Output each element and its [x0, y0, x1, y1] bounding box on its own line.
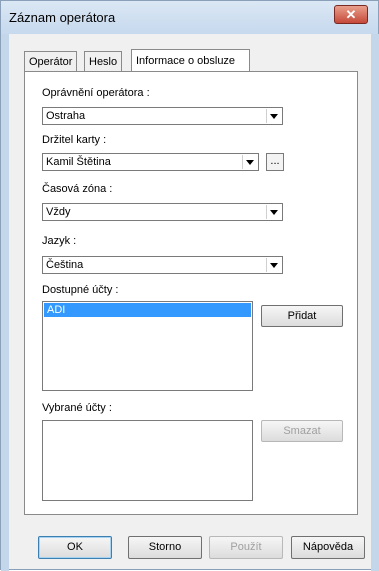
language-select[interactable]: Čeština: [42, 256, 283, 274]
window-title: Záznam operátora: [9, 10, 116, 25]
permission-select[interactable]: Ostraha: [42, 107, 283, 125]
cardholder-label: Držitel karty :: [42, 134, 107, 146]
list-item[interactable]: ADI: [44, 303, 251, 317]
cancel-button[interactable]: Storno: [128, 536, 202, 559]
tab-operator-info[interactable]: Informace o obsluze: [131, 49, 250, 71]
available-accounts-list[interactable]: ADI: [42, 301, 253, 391]
tab-panel: Oprávnění operátora : Ostraha Držitel ka…: [24, 71, 358, 515]
close-button[interactable]: ✕: [334, 5, 368, 24]
timezone-label: Časová zóna :: [42, 183, 113, 195]
tab-label: Heslo: [89, 56, 118, 68]
cardholder-value: Kamil Štětina: [46, 156, 111, 168]
permission-value: Ostraha: [46, 110, 86, 122]
chevron-down-icon[interactable]: [242, 155, 257, 169]
cardholder-browse-button[interactable]: ...: [266, 153, 284, 171]
close-icon: ✕: [345, 7, 357, 22]
tab-label: Operátor: [29, 56, 73, 68]
language-label: Jazyk :: [42, 235, 77, 247]
add-button[interactable]: Přidat: [261, 305, 343, 327]
chevron-down-icon[interactable]: [266, 109, 281, 123]
chevron-down-icon[interactable]: [266, 205, 281, 219]
delete-button: Smazat: [261, 420, 343, 442]
timezone-select[interactable]: Vždy: [42, 203, 283, 221]
chevron-down-icon[interactable]: [266, 258, 281, 272]
title-bar: Záznam operátora ✕: [1, 1, 378, 34]
ok-button[interactable]: OK: [38, 536, 112, 559]
window-frame-left: [1, 34, 9, 571]
permission-label: Oprávnění operátora :: [42, 87, 150, 99]
language-value: Čeština: [46, 259, 84, 271]
tab-password[interactable]: Heslo: [84, 51, 123, 71]
timezone-value: Vždy: [46, 206, 71, 218]
tab-label: Informace o obsluze: [136, 55, 236, 67]
apply-button: Použít: [209, 536, 283, 559]
dialog-window: Záznam operátora ✕ Operátor Heslo Inform…: [0, 0, 379, 571]
selected-accounts-label: Vybrané účty :: [42, 402, 112, 414]
cardholder-select[interactable]: Kamil Štětina: [42, 153, 259, 171]
tab-operator[interactable]: Operátor: [24, 51, 78, 71]
selected-accounts-list[interactable]: [42, 420, 253, 501]
help-button[interactable]: Nápověda: [291, 536, 365, 559]
window-frame-right: [371, 34, 379, 571]
available-accounts-label: Dostupné účty :: [42, 284, 119, 296]
